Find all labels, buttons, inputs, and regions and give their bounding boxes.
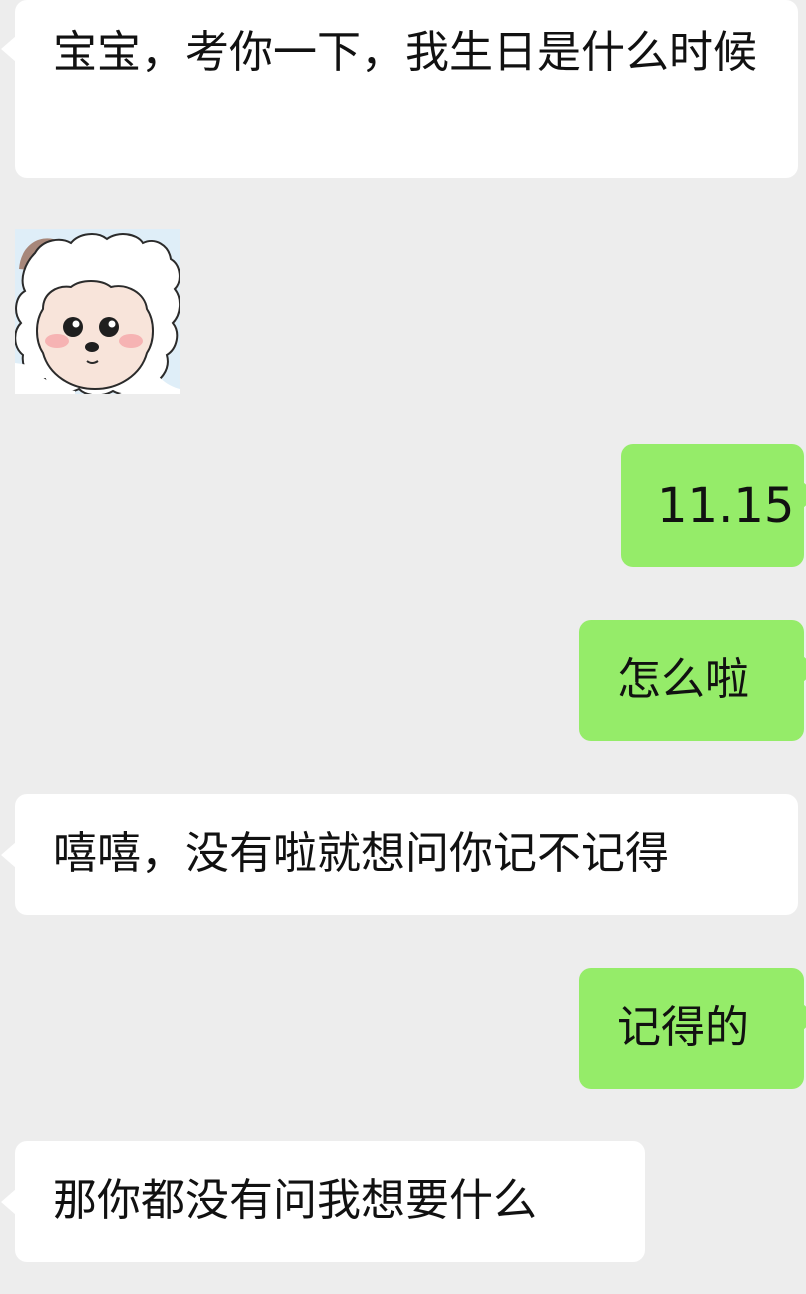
chat-message-list[interactable]: 宝宝，考你一下，我生日是什么时候 11.15 怎么啦 嘻嘻，没有啦就想问你记不记… <box>0 0 806 1294</box>
sheep-sticker-icon <box>14 229 181 397</box>
incoming-message-bubble[interactable]: 那你都没有问我想要什么 <box>1 1141 645 1262</box>
outgoing-message-bubble[interactable]: 11.15 <box>621 444 806 567</box>
outgoing-message-bubble[interactable]: 记得的 <box>579 968 806 1089</box>
incoming-message-bubble[interactable]: 宝宝，考你一下，我生日是什么时候 <box>1 0 798 178</box>
outgoing-message-bubble[interactable]: 怎么啦 <box>579 620 806 741</box>
incoming-message-bubble[interactable]: 嘻嘻，没有啦就想问你记不记得 <box>1 794 798 915</box>
sheep-sticker[interactable] <box>14 229 181 397</box>
